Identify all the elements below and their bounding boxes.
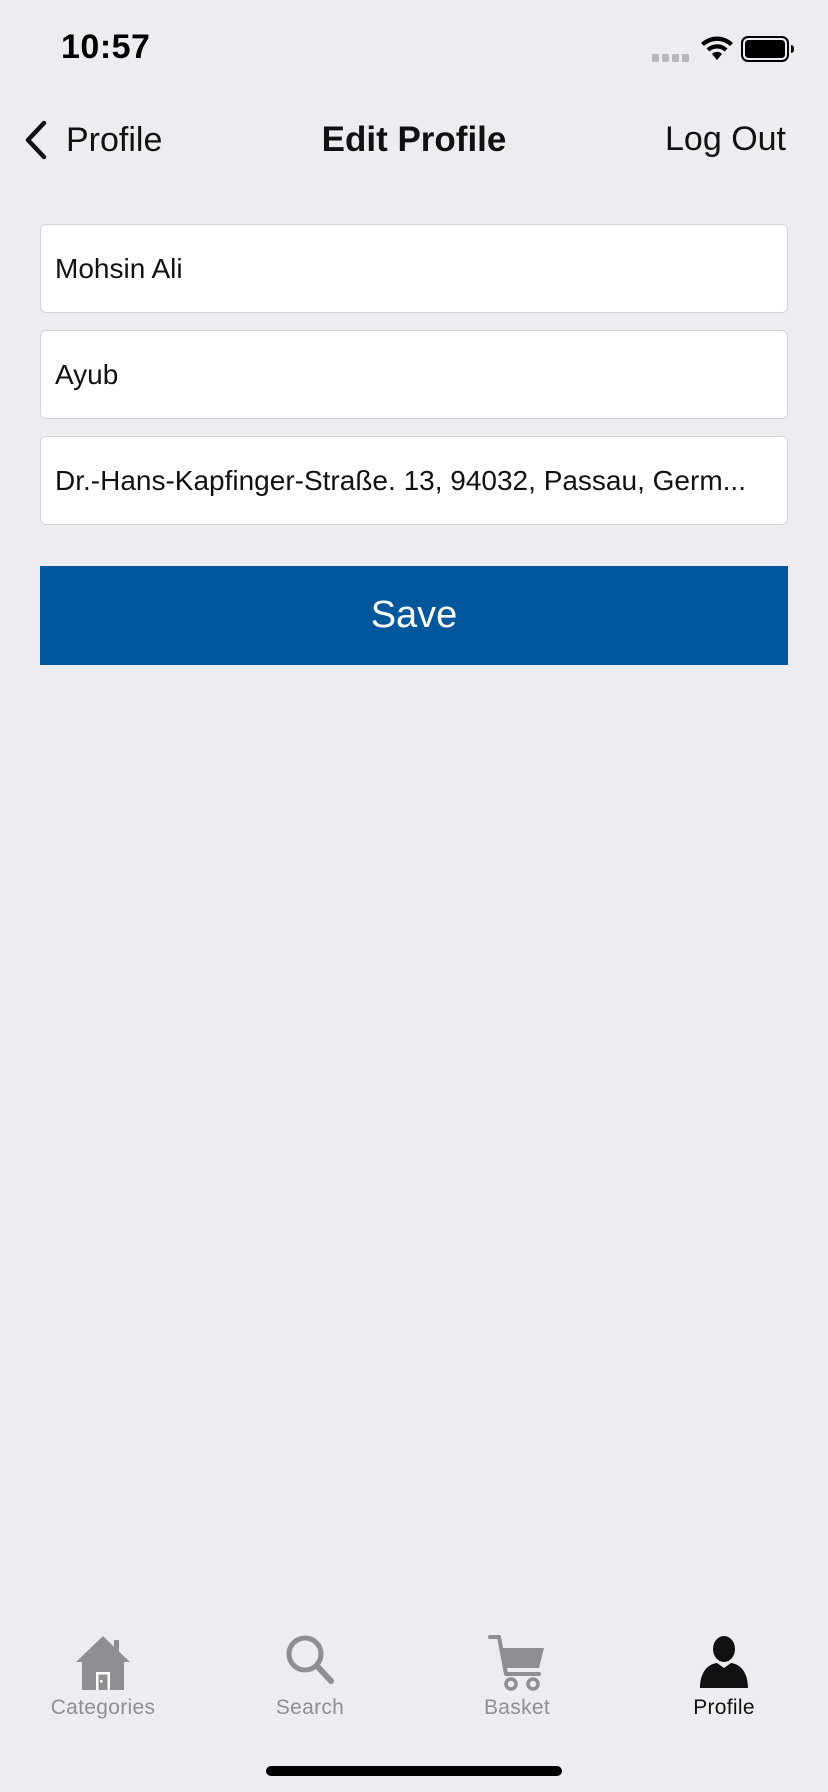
tab-categories[interactable]: Categories (13, 1610, 193, 1720)
tab-label-search: Search (275, 1696, 345, 1719)
status-bar: 10:57 (0, 0, 828, 100)
first-name-input[interactable] (55, 252, 769, 285)
house-icon (76, 1636, 130, 1690)
tab-profile[interactable]: Profile (634, 1610, 814, 1720)
tab-label-basket: Basket (484, 1696, 550, 1719)
back-button-label: Profile (66, 120, 163, 159)
magnifier-icon (286, 1635, 334, 1684)
back-button[interactable]: Profile (22, 118, 162, 162)
tab-bar: Categories Search Basket Profile (0, 1610, 828, 1720)
chevron-left-icon (25, 120, 47, 160)
last-name-input[interactable] (55, 358, 769, 391)
address-input[interactable] (55, 464, 769, 497)
tab-basket[interactable]: Basket (427, 1610, 607, 1720)
battery-icon (741, 36, 794, 62)
cart-icon (488, 1635, 544, 1691)
home-indicator (266, 1766, 562, 1776)
wifi-icon (701, 36, 733, 60)
tab-label-categories: Categories (50, 1696, 156, 1719)
last-name-field[interactable] (40, 330, 788, 419)
save-button[interactable]: Save (40, 566, 788, 665)
navigation-bar: Profile Edit Profile Log Out (0, 100, 828, 180)
tab-search[interactable]: Search (220, 1610, 400, 1720)
tab-label-profile: Profile (693, 1696, 755, 1719)
first-name-field[interactable] (40, 224, 788, 313)
person-icon (700, 1636, 748, 1688)
logout-button[interactable]: Log Out (665, 120, 786, 159)
status-time: 10:57 (61, 28, 151, 66)
cellular-signal-icon (652, 54, 689, 62)
address-field[interactable] (40, 436, 788, 525)
